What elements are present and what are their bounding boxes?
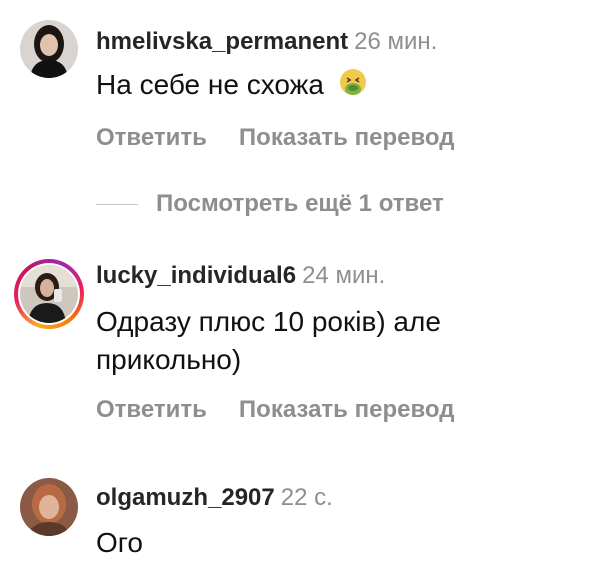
- view-more-replies[interactable]: Посмотреть ещё 1 ответ: [96, 186, 444, 222]
- username[interactable]: olgamuzh_2907: [96, 484, 275, 511]
- comment-text: На себе не схожа: [96, 69, 324, 100]
- reply-button[interactable]: Ответить: [96, 396, 207, 423]
- comment-text: Одразу плюс 10 років) але прикольно): [96, 306, 441, 375]
- comment-time: 24 мин.: [302, 262, 386, 289]
- username[interactable]: hmelivska_permanent: [96, 28, 348, 55]
- reply-button[interactable]: Ответить: [96, 124, 207, 151]
- view-more-replies-label[interactable]: Посмотреть ещё 1 ответ: [156, 190, 444, 218]
- avatar[interactable]: [20, 478, 78, 536]
- show-translation-button[interactable]: Показать перевод: [239, 124, 455, 151]
- story-ring[interactable]: [14, 259, 84, 329]
- nauseated-face-icon: [338, 67, 368, 107]
- avatar[interactable]: [20, 265, 78, 323]
- avatar[interactable]: [20, 20, 78, 78]
- comment-text: Ого: [96, 527, 143, 558]
- username[interactable]: lucky_individual6: [96, 262, 296, 289]
- comment-time: 22 с.: [280, 484, 333, 511]
- divider-line: [96, 203, 138, 205]
- show-translation-button[interactable]: Показать перевод: [239, 396, 455, 423]
- comment-time: 26 мин.: [354, 28, 438, 55]
